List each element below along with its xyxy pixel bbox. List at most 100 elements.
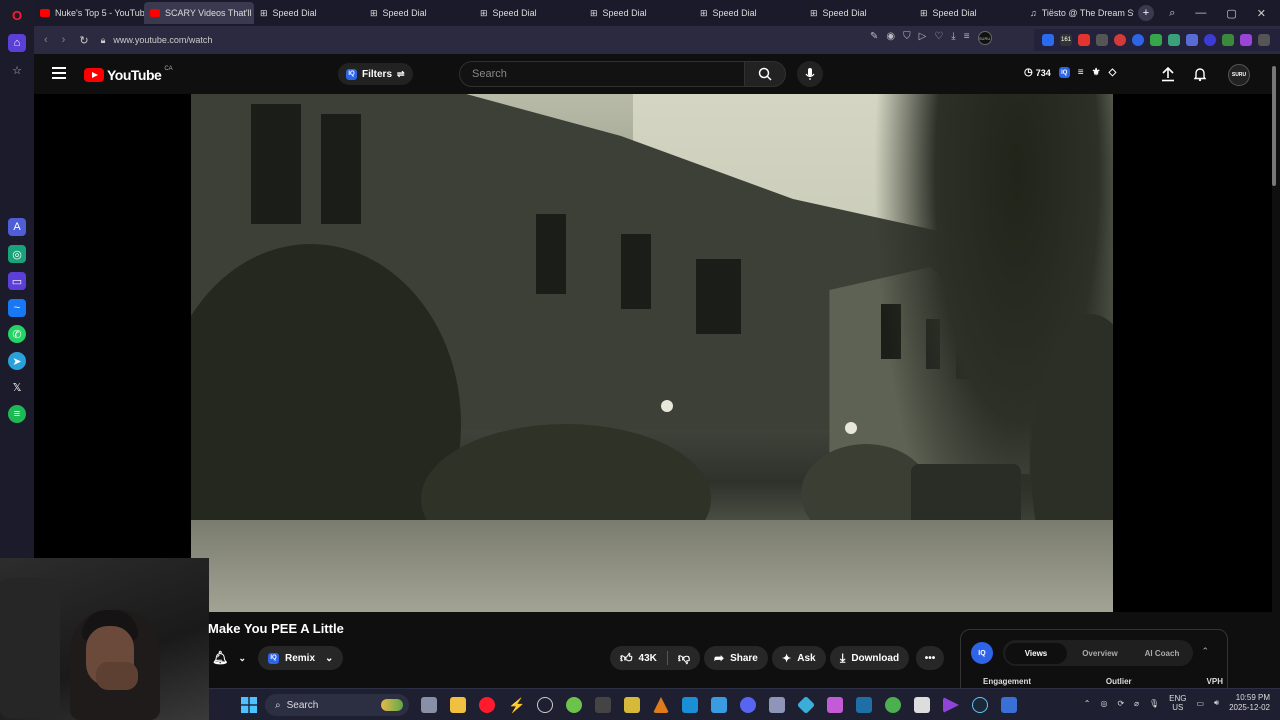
badge-icon[interactable]: ◇ <box>1109 67 1117 78</box>
diamond-app-icon[interactable] <box>796 695 816 715</box>
ext-wave-icon[interactable] <box>1186 34 1198 46</box>
folder-app-icon[interactable] <box>624 697 640 713</box>
star-icon[interactable]: ☆ <box>8 61 26 79</box>
telegram-icon[interactable]: ➤ <box>8 352 26 370</box>
forward-icon[interactable]: › <box>62 34 66 47</box>
new-tab-button[interactable]: + <box>1138 5 1154 21</box>
x-twitter-icon[interactable]: 𝕏 <box>8 378 26 396</box>
extension-icon[interactable] <box>1042 34 1054 46</box>
file-explorer-icon[interactable] <box>450 697 466 713</box>
tab-speed-dial[interactable]: ⊞ Speed Dial <box>584 2 694 24</box>
tab-speed-dial[interactable]: ⊞ Speed Dial <box>364 2 474 24</box>
tab-tiesto[interactable]: ♫Tiësto @ The Dream Stag <box>1024 2 1134 24</box>
monitor-app-icon[interactable] <box>1001 697 1017 713</box>
tab-speed-dial[interactable]: ⊞ Speed Dial <box>254 2 364 24</box>
tab-speed-dial[interactable]: ⊞ Speed Dial <box>474 2 584 24</box>
steam-icon[interactable] <box>972 697 988 713</box>
subscribe-bell-button[interactable]: 🔔︎ ⌄ <box>208 646 250 670</box>
upload-icon[interactable] <box>1160 66 1176 82</box>
network-app-icon[interactable] <box>769 697 785 713</box>
download-button[interactable]: ⤓ Download <box>830 646 910 670</box>
download-icon[interactable]: ⤓ <box>951 31 955 45</box>
chat-app-icon[interactable] <box>566 697 582 713</box>
avatar[interactable]: SURU <box>1228 64 1250 86</box>
chevron-up-icon[interactable]: ⌃ <box>1084 699 1091 708</box>
ext-droid-icon[interactable] <box>1222 34 1234 46</box>
youtube-logo[interactable]: YouTube CA <box>84 66 173 83</box>
ext-teal-icon[interactable] <box>1168 34 1180 46</box>
profile-avatar[interactable]: SURU <box>977 31 992 45</box>
notifications-bell-icon[interactable] <box>1192 66 1208 82</box>
like-button[interactable]: 👍︎ 43K <box>620 651 657 666</box>
opera-logo-icon[interactable]: O <box>8 6 26 24</box>
vlc-icon[interactable] <box>653 697 669 713</box>
extensions-puzzle-icon[interactable] <box>1258 34 1270 46</box>
tray-app-icon[interactable]: ◎ <box>1100 699 1107 708</box>
shield-icon[interactable]: ⛉ <box>903 31 911 45</box>
iq-badge-icon[interactable]: IQ <box>1058 67 1070 78</box>
tab-speed-dial[interactable]: ⊞ Speed Dial <box>914 2 1024 24</box>
wave-app-icon[interactable] <box>595 697 611 713</box>
page-scrollbar[interactable] <box>1272 66 1276 186</box>
tab-nukes-top5[interactable]: Nuke's Top 5 - YouTube <box>34 2 144 24</box>
language-indicator[interactable]: ENG US <box>1169 694 1186 712</box>
more-actions-button[interactable]: ••• <box>916 646 944 670</box>
url-field[interactable]: 🔒︎ www.youtube.com/watch <box>101 35 213 46</box>
editor-app-icon[interactable] <box>682 697 698 713</box>
ext-green-icon[interactable] <box>1150 34 1162 46</box>
list-icon[interactable]: ≡ <box>1078 67 1084 78</box>
media-app-icon[interactable] <box>856 697 872 713</box>
menu-icon[interactable]: ≡ <box>964 31 970 45</box>
search-button[interactable] <box>744 61 786 87</box>
chatgpt-icon[interactable]: ◎ <box>8 245 26 263</box>
extension-badge[interactable]: 161 <box>1060 34 1072 46</box>
display-icon[interactable]: ▭ <box>1196 699 1204 708</box>
photo-app-icon[interactable] <box>827 697 843 713</box>
windows-start-icon[interactable] <box>241 697 257 713</box>
search-input[interactable] <box>460 62 744 86</box>
remix-button[interactable]: IQ Remix ⌄ <box>258 646 344 670</box>
volume-icon[interactable]: 🔊︎ <box>1214 698 1219 708</box>
search-tabs-icon[interactable]: ⌕ <box>1169 7 1175 20</box>
spotify-icon[interactable]: ≡ <box>8 405 26 423</box>
github-icon[interactable] <box>537 697 553 713</box>
edit-icon[interactable]: ✎ <box>870 31 878 45</box>
voice-search-button[interactable] <box>797 61 823 87</box>
tab-ai-coach[interactable]: AI Coach <box>1131 649 1193 658</box>
tab-scary-videos[interactable]: SCARY Videos That'll Mak <box>144 2 254 24</box>
ask-button[interactable]: ✦ Ask <box>772 646 826 670</box>
share-button[interactable]: ➦ Share <box>704 646 768 670</box>
clock[interactable]: 10:59 PM 2025-12-02 <box>1229 693 1270 713</box>
lightning-app-icon[interactable]: ⚡ <box>508 697 525 713</box>
heart-icon[interactable]: ♡ <box>934 31 943 45</box>
youtube-ext-icon[interactable] <box>1078 34 1090 46</box>
home-icon[interactable]: ⌂ <box>8 34 26 52</box>
tab-speed-dial[interactable]: ⊞ Speed Dial <box>804 2 914 24</box>
opera-ai-icon[interactable]: ▭ <box>8 272 26 290</box>
vidiq-stats[interactable]: ◷ 734 IQ ≡ ⚜ ◇ <box>1024 67 1116 78</box>
discord-icon[interactable] <box>740 697 756 713</box>
messenger-icon[interactable]: ~ <box>8 299 26 317</box>
chevron-up-icon[interactable]: ⌃ <box>1201 646 1209 657</box>
play-app-icon[interactable] <box>943 697 959 713</box>
hamburger-menu-icon[interactable] <box>52 67 66 82</box>
task-view-icon[interactable] <box>421 697 437 713</box>
ext-red-icon[interactable] <box>1114 34 1126 46</box>
tag-app-icon[interactable] <box>711 697 727 713</box>
filters-button[interactable]: IQ Filters ⇌ <box>338 63 413 85</box>
microphone-icon[interactable]: 🎙︎ <box>1149 699 1159 708</box>
opera-taskbar-icon[interactable] <box>479 697 495 713</box>
ext-blue-icon[interactable] <box>1132 34 1144 46</box>
award-icon[interactable]: ⚜ <box>1092 67 1101 78</box>
close-icon[interactable]: ✕ <box>1257 7 1266 20</box>
dislike-button[interactable]: 👎︎ <box>678 651 690 666</box>
aria-icon[interactable]: A <box>8 218 26 236</box>
maximize-icon[interactable]: ▢ <box>1226 7 1236 20</box>
tab-views[interactable]: Views <box>1005 642 1067 664</box>
ext-violet-icon[interactable] <box>1240 34 1252 46</box>
tray-sync-icon[interactable]: ⟳ <box>1117 699 1124 708</box>
tab-speed-dial[interactable]: ⊞ Speed Dial <box>694 2 804 24</box>
whatsapp-icon[interactable]: ✆ <box>8 325 26 343</box>
ext-purple-icon[interactable] <box>1204 34 1216 46</box>
tab-overview[interactable]: Overview <box>1069 649 1131 658</box>
